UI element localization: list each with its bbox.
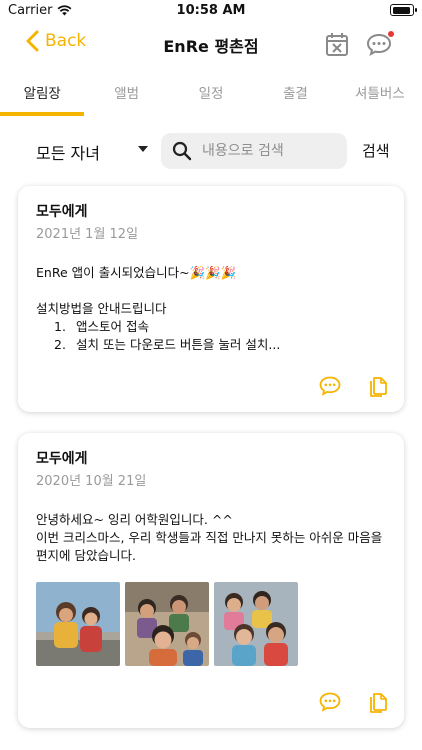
notice-body: EnRe 앱이 출시되었습니다~🎉🎉🎉 설치방법을 안내드립니다 1. 앱스토어… bbox=[36, 264, 390, 354]
photo-strip bbox=[36, 582, 298, 666]
notice-recipient: 모두에게 bbox=[36, 451, 88, 467]
notice-body: 안녕하세요~ 잉리 어학원입니다. ^^ 이번 크리스마스, 우리 학생들과 직… bbox=[36, 511, 390, 565]
notice-line: 설치방법을 안내드립니다 bbox=[36, 301, 167, 316]
status-time: 10:58 AM bbox=[176, 3, 246, 18]
notice-recipient: 모두에게 bbox=[36, 204, 88, 220]
search-icon bbox=[172, 141, 192, 161]
status-bar: Carrier 10:58 AM bbox=[0, 0, 422, 22]
notice-card[interactable]: 모두에게 2020년 10월 21일 안녕하세요~ 잉리 어학원입니다. ^^ … bbox=[18, 433, 404, 728]
tab-notice[interactable]: 알림장 bbox=[0, 72, 85, 116]
notice-date: 2021년 1월 12일 bbox=[36, 227, 139, 242]
search-box[interactable] bbox=[161, 133, 347, 169]
notice-date: 2020년 10월 21일 bbox=[36, 474, 147, 489]
nav-bar: Back EnRe 평촌점 bbox=[0, 22, 422, 66]
comment-icon[interactable] bbox=[318, 690, 342, 714]
card-actions bbox=[318, 690, 390, 714]
tab-bar: 알림장 앨범 일정 출결 셔틀버스 bbox=[0, 72, 422, 116]
search-button[interactable]: 검색 bbox=[362, 140, 390, 161]
comment-icon[interactable] bbox=[318, 374, 342, 398]
notice-line: 안녕하세요~ 잉리 어학원입니다. ^^ bbox=[36, 512, 233, 527]
list-item: 2. 설치 또는 다운로드 버튼을 눌러 설치... bbox=[54, 337, 281, 352]
child-select[interactable]: 모든 자녀 bbox=[36, 140, 148, 164]
notice-line: EnRe 앱이 출시되었습니다~🎉🎉🎉 bbox=[36, 265, 237, 280]
photo-thumbnail[interactable] bbox=[125, 582, 209, 666]
caret-down-icon bbox=[138, 146, 148, 152]
page-title: EnRe 평촌점 bbox=[163, 37, 259, 56]
copy-icon[interactable] bbox=[366, 690, 390, 714]
filter-row: 모든 자녀 검색 bbox=[0, 128, 422, 176]
notice-list: 1. 앱스토어 접속 2. 설치 또는 다운로드 버튼을 눌러 설치... bbox=[54, 318, 390, 354]
tab-schedule[interactable]: 일정 bbox=[169, 72, 253, 116]
search-input[interactable] bbox=[202, 143, 332, 159]
copy-icon[interactable] bbox=[366, 374, 390, 398]
list-item: 1. 앱스토어 접속 bbox=[54, 319, 149, 334]
notice-card[interactable]: 모두에게 2021년 1월 12일 EnRe 앱이 출시되었습니다~🎉🎉🎉 설치… bbox=[18, 186, 404, 412]
photo-thumbnail[interactable] bbox=[36, 582, 120, 666]
photo-thumbnail[interactable] bbox=[214, 582, 298, 666]
tab-attendance[interactable]: 출결 bbox=[253, 72, 337, 116]
child-select-value: 모든 자녀 bbox=[36, 144, 100, 163]
card-actions bbox=[318, 374, 390, 398]
notice-line: 이번 크리스마스, 우리 학생들과 직접 만나지 못하는 아쉬운 마음을 편지에… bbox=[36, 530, 383, 563]
battery-level bbox=[392, 6, 410, 14]
tab-album[interactable]: 앨범 bbox=[84, 72, 168, 116]
notification-dot bbox=[388, 31, 394, 37]
tab-shuttle-bus[interactable]: 셔틀버스 bbox=[338, 72, 422, 116]
battery-icon bbox=[390, 4, 417, 16]
chat-bubble-icon[interactable] bbox=[364, 29, 394, 59]
calendar-x-icon[interactable] bbox=[322, 29, 352, 59]
